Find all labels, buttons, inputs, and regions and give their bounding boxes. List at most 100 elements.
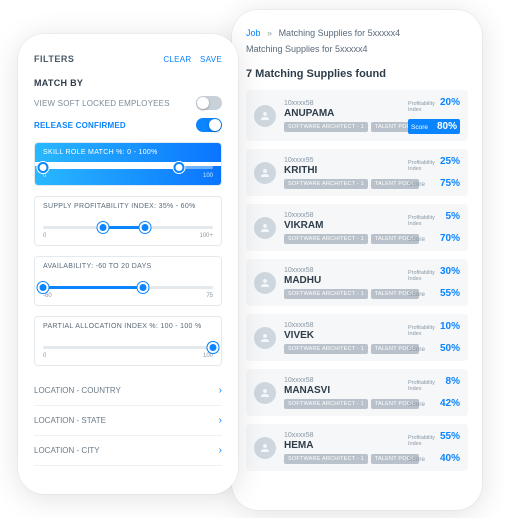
filters-actions: CLEAR SAVE bbox=[157, 55, 222, 64]
slider-range-labels: 0 100 bbox=[43, 173, 213, 179]
soft-locked-row: VIEW SOFT LOCKED EMPLOYEES bbox=[34, 96, 222, 110]
role-tag: SOFTWARE ARCHITECT - 1 bbox=[284, 344, 368, 354]
soft-locked-toggle[interactable] bbox=[196, 96, 222, 110]
supply-card[interactable]: 10xxxx58 ANUPAMA SOFTWARE ARCHITECT - 1 … bbox=[246, 90, 468, 141]
profitability-value: 55% bbox=[440, 431, 460, 442]
range-slider[interactable] bbox=[43, 166, 213, 169]
score-label: Score bbox=[408, 236, 425, 243]
profitability-value: 5% bbox=[446, 211, 460, 222]
profitability-label: Profitability Index bbox=[408, 271, 436, 282]
supply-info: 10xxxx95 KRITHI SOFTWARE ARCHITECT - 1 T… bbox=[284, 157, 400, 189]
score-value: 40% bbox=[440, 453, 460, 464]
profitability-value: 8% bbox=[446, 376, 460, 387]
breadcrumb: Job » Matching Supplies for 5xxxxx4 bbox=[246, 28, 468, 38]
slider-card: PARTIAL ALLOCATION INDEX %: 100 - 100 % … bbox=[34, 316, 222, 366]
role-tag: SOFTWARE ARCHITECT - 1 bbox=[284, 179, 368, 189]
profitability-label: Profitability Index bbox=[408, 102, 436, 113]
save-filters-link[interactable]: SAVE bbox=[200, 55, 222, 64]
results-panel: Job » Matching Supplies for 5xxxxx4 Matc… bbox=[232, 10, 482, 510]
filters-panel: FILTERS CLEAR SAVE MATCH BY VIEW SOFT LO… bbox=[18, 34, 238, 494]
clear-filters-link[interactable]: CLEAR bbox=[163, 55, 191, 64]
slider-card: SKILL ROLE MATCH %: 0 - 100% 0 100 bbox=[34, 142, 222, 186]
employee-name: VIKRAM bbox=[284, 220, 400, 231]
role-tag: SOFTWARE ARCHITECT - 1 bbox=[284, 234, 368, 244]
supply-info: 10xxxx58 ANUPAMA SOFTWARE ARCHITECT - 1 … bbox=[284, 100, 400, 132]
slider-max: 100+ bbox=[199, 233, 213, 239]
slider-min: 0 bbox=[43, 353, 46, 359]
slider-card: SUPPLY PROFITABILITY INDEX: 35% - 60% 0 … bbox=[34, 196, 222, 246]
score-value: 75% bbox=[440, 178, 460, 189]
score-label: Score bbox=[408, 291, 425, 298]
slider-max: 100 bbox=[203, 173, 213, 179]
range-slider[interactable] bbox=[43, 286, 213, 289]
profitability-label: Profitability Index bbox=[408, 381, 442, 392]
range-thumb-high[interactable] bbox=[208, 342, 219, 353]
avatar bbox=[254, 272, 276, 294]
range-thumb-low[interactable] bbox=[97, 222, 108, 233]
profitability-label: Profitability Index bbox=[408, 326, 436, 337]
chevron-right-icon: › bbox=[219, 445, 222, 456]
score-value: 55% bbox=[440, 288, 460, 299]
location-row[interactable]: LOCATION - STATE › bbox=[34, 406, 222, 436]
range-thumb-high[interactable] bbox=[138, 282, 149, 293]
breadcrumb-sep-icon: » bbox=[267, 28, 272, 38]
sliders-group: SKILL ROLE MATCH %: 0 - 100% 0 100 SUPPL… bbox=[34, 142, 222, 366]
slider-body: 0 100 bbox=[35, 166, 221, 185]
supply-card[interactable]: 10xxxx58 VIVEK SOFTWARE ARCHITECT - 1 TA… bbox=[246, 314, 468, 361]
chevron-right-icon: › bbox=[219, 385, 222, 396]
supply-card[interactable]: 10xxxx58 HEMA SOFTWARE ARCHITECT - 1 TAL… bbox=[246, 424, 468, 471]
score-label: Score bbox=[408, 346, 425, 353]
supply-info: 10xxxx58 HEMA SOFTWARE ARCHITECT - 1 TAL… bbox=[284, 432, 400, 464]
range-thumb-high[interactable] bbox=[140, 222, 151, 233]
avatar bbox=[254, 327, 276, 349]
role-tag: SOFTWARE ARCHITECT - 1 bbox=[284, 122, 368, 132]
slider-max: 75 bbox=[206, 293, 213, 299]
metrics: Profitability Index 5% Score 70% bbox=[408, 211, 460, 244]
supply-info: 10xxxx58 VIKRAM SOFTWARE ARCHITECT - 1 T… bbox=[284, 212, 400, 244]
score-label: Score bbox=[408, 181, 425, 188]
range-slider[interactable] bbox=[43, 346, 213, 349]
employee-name: MANASVI bbox=[284, 385, 400, 396]
range-thumb-low[interactable] bbox=[38, 282, 49, 293]
range-thumb-low[interactable] bbox=[38, 162, 49, 173]
soft-locked-label: VIEW SOFT LOCKED EMPLOYEES bbox=[34, 99, 170, 108]
location-label: LOCATION - CITY bbox=[34, 446, 100, 455]
slider-card: AVAILABILITY: -60 TO 20 DAYS -60 75 bbox=[34, 256, 222, 306]
breadcrumb-job[interactable]: Job bbox=[246, 28, 261, 38]
employee-name: VIVEK bbox=[284, 330, 400, 341]
score-label: Score bbox=[408, 401, 425, 408]
profitability-label: Profitability Index bbox=[408, 436, 436, 447]
employee-id: 10xxxx58 bbox=[284, 212, 400, 219]
slider-body: -60 75 bbox=[35, 276, 221, 305]
avatar bbox=[254, 162, 276, 184]
release-confirmed-row: RELEASE CONFIRMED bbox=[34, 118, 222, 132]
supply-card[interactable]: 10xxxx95 KRITHI SOFTWARE ARCHITECT - 1 T… bbox=[246, 149, 468, 196]
metrics: Profitability Index 8% Score 42% bbox=[408, 376, 460, 409]
location-label: LOCATION - STATE bbox=[34, 416, 106, 425]
slider-max: 100 bbox=[203, 353, 213, 359]
employee-id: 10xxxx95 bbox=[284, 157, 400, 164]
supply-card[interactable]: 10xxxx58 MADHU SOFTWARE ARCHITECT - 1 TA… bbox=[246, 259, 468, 306]
supply-card[interactable]: 10xxxx58 MANASVI SOFTWARE ARCHITECT - 1 … bbox=[246, 369, 468, 416]
supply-card[interactable]: 10xxxx58 VIKRAM SOFTWARE ARCHITECT - 1 T… bbox=[246, 204, 468, 251]
slider-title: AVAILABILITY: -60 TO 20 DAYS bbox=[35, 257, 221, 276]
slider-title: SUPPLY PROFITABILITY INDEX: 35% - 60% bbox=[35, 197, 221, 216]
location-row[interactable]: LOCATION - CITY › bbox=[34, 436, 222, 466]
results-list: 10xxxx58 ANUPAMA SOFTWARE ARCHITECT - 1 … bbox=[246, 90, 468, 471]
location-label: LOCATION - COUNTRY bbox=[34, 386, 121, 395]
match-by-heading: MATCH BY bbox=[34, 78, 222, 88]
metrics: Profitability Index 20% Score 80% bbox=[408, 97, 460, 134]
slider-min: 0 bbox=[43, 173, 46, 179]
avatar bbox=[254, 217, 276, 239]
release-confirmed-toggle[interactable] bbox=[196, 118, 222, 132]
slider-range-labels: -60 75 bbox=[43, 293, 213, 299]
range-slider[interactable] bbox=[43, 226, 213, 229]
slider-min: 0 bbox=[43, 233, 46, 239]
score-value: 42% bbox=[440, 398, 460, 409]
range-thumb-high[interactable] bbox=[174, 162, 185, 173]
chevron-right-icon: › bbox=[219, 415, 222, 426]
tag-group: SOFTWARE ARCHITECT - 1 TALENT POOL bbox=[284, 289, 400, 299]
location-row[interactable]: LOCATION - COUNTRY › bbox=[34, 376, 222, 406]
tag-group: SOFTWARE ARCHITECT - 1 TALENT POOL bbox=[284, 234, 400, 244]
results-count: 7 Matching Supplies found bbox=[246, 68, 468, 80]
